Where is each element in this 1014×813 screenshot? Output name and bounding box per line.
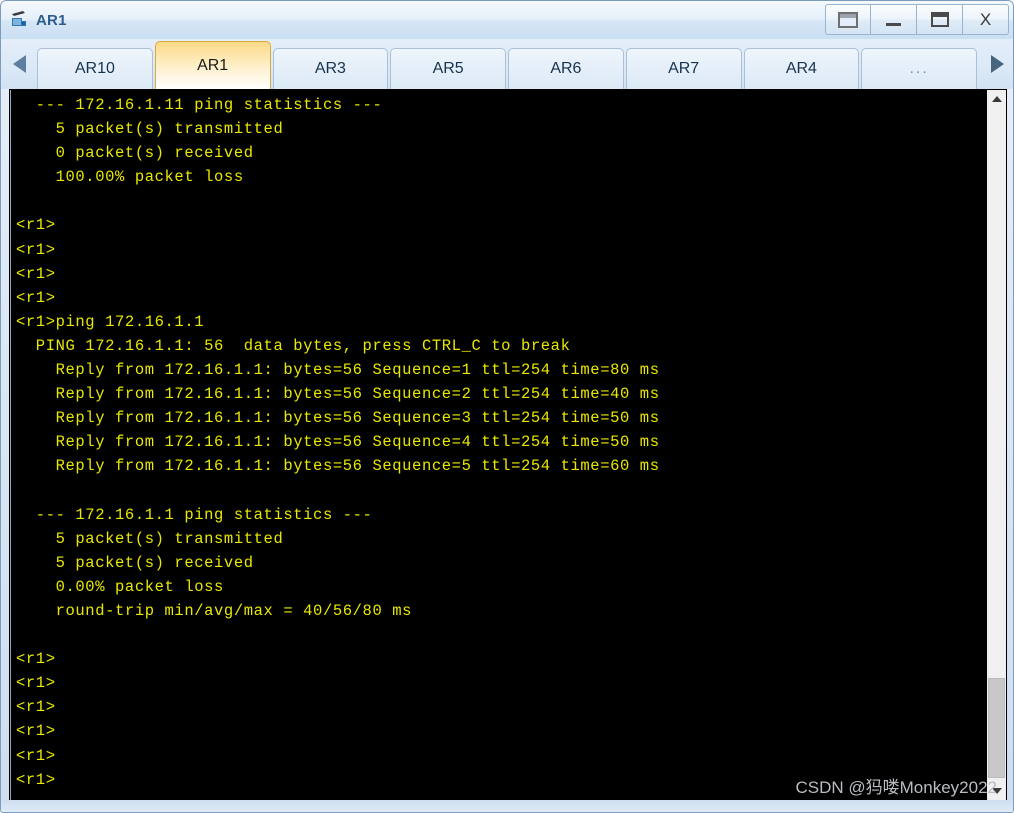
tab-ar6[interactable]: AR6 — [508, 48, 624, 89]
tab-scroll-left-button[interactable] — [1, 39, 37, 89]
router-device-icon — [9, 9, 31, 31]
scrollbar-thumb[interactable] — [988, 678, 1005, 778]
close-icon: X — [979, 10, 992, 29]
tab-label: AR3 — [314, 60, 346, 77]
minimize-icon — [886, 22, 901, 26]
maximize-button[interactable] — [917, 4, 963, 35]
close-button[interactable]: X — [963, 4, 1009, 35]
console-area: --- 172.16.1.11 ping statistics --- 5 pa… — [9, 89, 1007, 801]
terminal-scrollbar[interactable] — [986, 90, 1006, 800]
tab-label: AR4 — [785, 60, 817, 77]
scrollbar-down-button[interactable] — [987, 782, 1006, 800]
emulator-console-window: AR1 X AR10 AR1 AR3 AR5 AR6 AR7 AR4 ... -… — [0, 0, 1014, 813]
terminal-output[interactable]: --- 172.16.1.11 ping statistics --- 5 pa… — [10, 90, 986, 800]
restore-window-icon — [838, 11, 858, 28]
tab-list: AR10 AR1 AR3 AR5 AR6 AR7 AR4 ... — [37, 39, 979, 89]
window-controls: X — [825, 4, 1009, 35]
tab-overflow[interactable]: ... — [861, 48, 977, 89]
triangle-right-icon — [990, 55, 1004, 73]
tab-ar5[interactable]: AR5 — [390, 48, 506, 89]
tab-ar10[interactable]: AR10 — [37, 48, 153, 89]
tab-scroll-right-button[interactable] — [979, 39, 1013, 89]
title-bar: AR1 X — [1, 1, 1013, 39]
minimize-button[interactable] — [871, 4, 917, 35]
tab-ar4[interactable]: AR4 — [743, 48, 860, 89]
tab-label: ... — [909, 60, 929, 77]
tab-ar3[interactable]: AR3 — [272, 48, 389, 89]
tab-label: AR10 — [74, 60, 115, 77]
tab-label: AR7 — [668, 60, 700, 77]
restore-button[interactable] — [825, 4, 871, 35]
tab-label: AR5 — [432, 60, 464, 77]
window-title: AR1 — [36, 11, 67, 29]
scrollbar-up-button[interactable] — [987, 90, 1006, 108]
chevron-up-icon — [991, 96, 1002, 102]
window-bottom-border — [1, 800, 1013, 812]
tab-ar1[interactable]: AR1 — [154, 41, 271, 89]
tab-label: AR1 — [197, 56, 229, 74]
scrollbar-track[interactable] — [987, 108, 1006, 782]
chevron-down-icon — [991, 788, 1002, 794]
triangle-left-icon — [12, 55, 26, 73]
terminal-text: --- 172.16.1.11 ping statistics --- 5 pa… — [16, 96, 660, 789]
tab-label: AR6 — [550, 60, 582, 77]
tab-ar7[interactable]: AR7 — [625, 48, 742, 89]
device-tab-bar: AR10 AR1 AR3 AR5 AR6 AR7 AR4 ... — [1, 39, 1013, 89]
maximize-icon — [930, 12, 949, 27]
